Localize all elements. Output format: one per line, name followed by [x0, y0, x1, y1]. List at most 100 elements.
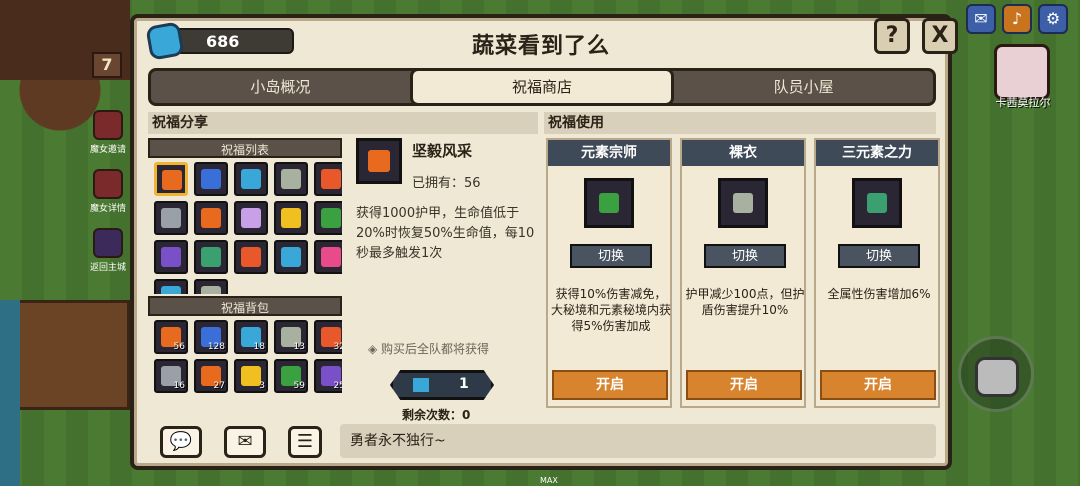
backpack-item[interactable]: 25: [314, 359, 342, 393]
activate-button[interactable]: 开启: [552, 370, 668, 400]
witch-invite-button[interactable]: 魔女邀请: [88, 110, 128, 155]
blessing-list-item[interactable]: [194, 201, 228, 235]
activate-button[interactable]: 开启: [686, 370, 802, 400]
mail-icon[interactable]: ✉: [966, 4, 996, 34]
sound-icon[interactable]: ♪: [1002, 4, 1032, 34]
item-count: 25: [333, 381, 342, 391]
blessing-list-item[interactable]: [314, 201, 342, 235]
backpack-item[interactable]: 59: [274, 359, 308, 393]
item-count: 59: [293, 381, 305, 391]
backpack-item[interactable]: 18: [234, 320, 268, 354]
witch-icon: [93, 169, 123, 199]
item-count: 13: [293, 342, 305, 352]
blessing-list-item[interactable]: [194, 279, 228, 294]
fist-icon: [975, 357, 1019, 397]
use-heading: 祝福使用: [544, 112, 936, 134]
max-label: MAX: [540, 476, 558, 485]
item-count: 32: [333, 342, 342, 352]
buy-hint: ◈ 购买后全队都将获得: [368, 342, 490, 356]
chat-icon[interactable]: 💬: [160, 426, 202, 458]
blessing-detail: 坚毅风采 已拥有：56 获得1000护甲，生命值低于20%时恢复50%生命值，每…: [354, 138, 544, 422]
share-heading: 祝福分享: [148, 112, 538, 134]
blessing-list-item[interactable]: [154, 279, 188, 294]
return-city-button[interactable]: 返回主城: [88, 228, 128, 273]
avatar-name: 卡茜莫拉尔: [995, 96, 1051, 109]
blessing-list-item[interactable]: [154, 201, 188, 235]
blessing-cards: 元素宗师 切换 获得10%伤害减免，大秘境和元素秘境内获得5%伤害加成 开启 裸衣 切换护…: [546, 138, 940, 408]
card-description: 获得10%伤害减免，大秘境和元素秘境内获得5%伤害加成: [550, 287, 671, 333]
top-right-icons: ✉ ♪ ⚙: [966, 4, 1068, 34]
card-title: 三元素之力: [816, 140, 938, 166]
backpack-item[interactable]: 16: [154, 359, 188, 393]
buy-price: 1: [459, 376, 469, 392]
item-count: 3: [259, 381, 265, 391]
castle-icon: [93, 228, 123, 258]
bottom-bar: 💬 ✉ ☰ 勇者永不独行~: [148, 422, 936, 462]
backpack-item[interactable]: 3: [234, 359, 268, 393]
blessing-list-item[interactable]: [234, 240, 268, 274]
tab-0[interactable]: 小岛概况: [151, 71, 410, 103]
blessing-list-item[interactable]: [274, 201, 308, 235]
card-description: 全属性伤害增加6%: [827, 287, 931, 301]
mail-icon[interactable]: ✉: [224, 426, 266, 458]
backpack-item[interactable]: 128: [194, 320, 228, 354]
activate-button[interactable]: 开启: [820, 370, 936, 400]
blessing-use-section: 祝福使用 元素宗师切换获得10%伤害减免，大秘境和元素秘境内获得5%伤害加成开启…: [544, 112, 940, 412]
blessing-list-item[interactable]: [234, 201, 268, 235]
tab-bar: 小岛概况 祝福商店 队员小屋: [148, 68, 936, 106]
tab-1[interactable]: 祝福商店: [409, 68, 675, 106]
blessing-list-item[interactable]: [194, 240, 228, 274]
backpack-item[interactable]: 32: [314, 320, 342, 354]
backpack-item[interactable]: 56: [154, 320, 188, 354]
blessing-description: 获得1000护甲，生命值低于20%时恢复50%生命值，每10秒最多触发1次: [356, 206, 535, 261]
close-button[interactable]: X: [922, 18, 958, 54]
blessing-list-item[interactable]: [314, 162, 342, 196]
witch-detail-button[interactable]: 魔女详情: [88, 169, 128, 214]
backpack-label: 祝福背包: [148, 296, 342, 316]
blessing-share-section: 祝福分享 祝福列表 祝福背包 56 128 18 13 32 16 27 3 59 25 坚毅风采…: [148, 112, 538, 422]
list-label: 祝福列表: [148, 138, 342, 158]
remaining-count: 剩余次数：0: [402, 408, 471, 422]
switch-button[interactable]: 切换: [704, 244, 786, 268]
blessing-panel: 686 蔬菜看到了么 ? X 小岛概况 祝福商店 队员小屋 祝福分享 祝福列表 祝福…: [130, 14, 958, 470]
blessing-card: 三元素之力切换全属性伤害增加6% 开启: [814, 138, 940, 408]
blessing-name: 坚毅风采: [412, 142, 473, 160]
heart-icon: [93, 110, 123, 140]
blessing-card: 元素宗师切换获得10%伤害减免，大秘境和元素秘境内获得5%伤害加成开启: [546, 138, 672, 408]
card-description: 护甲减少100点，但护盾伤害提升10%: [685, 287, 805, 317]
switch-button[interactable]: 切换: [570, 244, 652, 268]
item-count: 56: [173, 342, 185, 352]
blessing-list-item[interactable]: [194, 162, 228, 196]
blessing-list-item[interactable]: [274, 240, 308, 274]
switch-button[interactable]: 切换: [838, 244, 920, 268]
item-count: 128: [207, 342, 225, 352]
blessing-list-item[interactable]: [314, 240, 342, 274]
blessing-list-item[interactable]: [154, 240, 188, 274]
avatar[interactable]: [994, 44, 1050, 100]
chat-message[interactable]: 勇者永不独行~: [340, 424, 936, 458]
tab-2[interactable]: 队员小屋: [674, 71, 933, 103]
buy-button[interactable]: 1: [390, 370, 494, 400]
help-button[interactable]: ?: [874, 18, 910, 54]
card-title: 元素宗师: [548, 140, 670, 166]
water: [0, 300, 20, 486]
gem-icon: [413, 378, 429, 392]
card-icon: [584, 178, 634, 228]
backpack-grid: 56 128 18 13 32 16 27 3 59 25: [148, 316, 342, 393]
owned-count: 已拥有：56: [412, 176, 481, 191]
settings-icon[interactable]: ⚙: [1038, 4, 1068, 34]
item-count: 27: [213, 381, 225, 391]
blessing-list-item[interactable]: [274, 162, 308, 196]
blessing-list-box: 祝福列表 祝福背包 56 128 18 13 32 16 27 3 59 25: [148, 138, 342, 408]
backpack-item[interactable]: 13: [274, 320, 308, 354]
blessing-card: 裸衣 切换 护甲减少100点，但护盾伤害提升10% 开启: [680, 138, 806, 408]
blessing-icon: [356, 138, 402, 184]
notes-icon[interactable]: ☰: [288, 426, 322, 458]
blessing-list-item[interactable]: [154, 162, 188, 196]
attack-button[interactable]: [958, 336, 1034, 412]
panel-title: 蔬菜看到了么: [471, 34, 610, 59]
blessing-list-item[interactable]: [234, 162, 268, 196]
blessing-list-grid: [148, 158, 342, 294]
item-count: 18: [253, 342, 265, 352]
backpack-item[interactable]: 27: [194, 359, 228, 393]
